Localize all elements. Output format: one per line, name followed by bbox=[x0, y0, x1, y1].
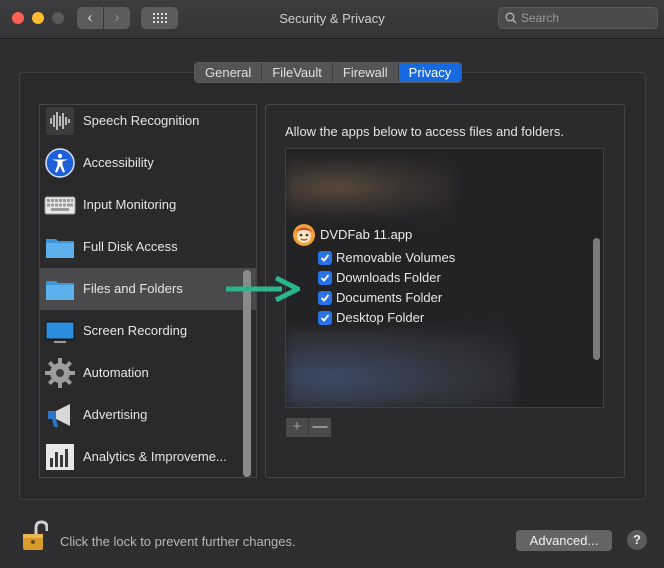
minimize-window-button[interactable] bbox=[32, 12, 44, 24]
back-button[interactable]: ‹ bbox=[77, 7, 103, 29]
checkmark-icon bbox=[320, 314, 330, 322]
desktop-folder-checkbox[interactable] bbox=[318, 311, 332, 325]
tab-filevault[interactable]: FileVault bbox=[262, 63, 333, 82]
search-icon bbox=[505, 12, 517, 24]
keyboard-icon bbox=[44, 196, 76, 215]
app-permission-list[interactable]: DVDFab 11.app Removable Volumes Download… bbox=[285, 148, 604, 408]
sidebar-item-label: Accessibility bbox=[83, 155, 154, 170]
sidebar-item-accessibility[interactable]: Accessibility bbox=[40, 142, 256, 184]
tab-bar: General FileVault Firewall Privacy bbox=[194, 62, 463, 83]
sidebar-item-input-monitoring[interactable]: Input Monitoring bbox=[40, 184, 256, 226]
chevron-left-icon: ‹ bbox=[87, 9, 93, 26]
sidebar-item-label: Full Disk Access bbox=[83, 239, 178, 254]
downloads-folder-checkbox[interactable] bbox=[318, 271, 332, 285]
lock-status-text: Click the lock to prevent further change… bbox=[60, 534, 296, 549]
waveform-icon bbox=[46, 107, 74, 135]
sidebar-item-screen-recording[interactable]: Screen Recording bbox=[40, 310, 256, 352]
chevron-right-icon: › bbox=[114, 9, 120, 26]
removable-volumes-checkbox[interactable] bbox=[318, 251, 332, 265]
megaphone-icon bbox=[48, 404, 70, 427]
sidebar-item-speech-recognition[interactable]: Speech Recognition bbox=[40, 105, 256, 142]
zoom-window-button[interactable] bbox=[52, 12, 64, 24]
documents-folder-checkbox[interactable] bbox=[318, 291, 332, 305]
permission-label: Documents Folder bbox=[336, 290, 443, 305]
app-list-scrollbar[interactable] bbox=[593, 238, 600, 360]
tab-privacy[interactable]: Privacy bbox=[398, 63, 462, 82]
sidebar-item-advertising[interactable]: Advertising bbox=[40, 394, 256, 436]
permission-label: Removable Volumes bbox=[336, 250, 456, 265]
add-app-button[interactable]: + bbox=[286, 418, 308, 437]
sidebar-item-label: Input Monitoring bbox=[83, 197, 177, 212]
bar-chart-icon bbox=[46, 444, 74, 470]
sidebar-item-label: Files and Folders bbox=[83, 281, 183, 296]
folder-icon bbox=[46, 281, 74, 300]
search-input[interactable] bbox=[521, 10, 651, 26]
sidebar-item-analytics[interactable]: Analytics & Improveme... bbox=[40, 436, 256, 477]
checkmark-icon bbox=[320, 294, 330, 302]
instruction-text: Allow the apps below to access files and… bbox=[285, 124, 564, 139]
tab-general[interactable]: General bbox=[195, 63, 263, 82]
blurred-app-entry bbox=[286, 157, 456, 217]
close-window-button[interactable] bbox=[12, 12, 24, 24]
sidebar-item-label: Advertising bbox=[83, 407, 148, 422]
blurred-app-entry bbox=[286, 329, 516, 407]
forward-button[interactable]: › bbox=[104, 7, 130, 29]
sidebar-item-label: Speech Recognition bbox=[83, 113, 200, 128]
app-name: DVDFab 11.app bbox=[320, 227, 413, 242]
folder-icon bbox=[46, 239, 74, 258]
sidebar-item-automation[interactable]: Automation bbox=[40, 352, 256, 394]
remove-app-button[interactable]: — bbox=[308, 418, 331, 437]
unlocked-padlock-icon[interactable] bbox=[22, 520, 48, 552]
grid-icon bbox=[153, 13, 167, 23]
window-title: Security & Privacy bbox=[279, 11, 385, 26]
search-field[interactable] bbox=[498, 7, 658, 29]
permission-label: Downloads Folder bbox=[336, 270, 441, 285]
advanced-button[interactable]: Advanced... bbox=[516, 530, 612, 551]
sidebar-item-label: Screen Recording bbox=[83, 323, 188, 338]
window-titlebar: ‹ › Security & Privacy bbox=[0, 0, 664, 39]
annotation-arrow-icon bbox=[226, 276, 300, 302]
tab-firewall[interactable]: Firewall bbox=[332, 63, 399, 82]
help-button[interactable]: ? bbox=[627, 530, 647, 550]
sidebar-item-label: Automation bbox=[83, 365, 149, 380]
checkmark-icon bbox=[320, 274, 330, 282]
permission-label: Desktop Folder bbox=[336, 310, 425, 325]
checkmark-icon bbox=[320, 254, 330, 262]
dvdfab-app-icon bbox=[293, 224, 315, 246]
sidebar-item-label: Analytics & Improveme... bbox=[83, 449, 227, 464]
gear-icon bbox=[45, 358, 75, 388]
accessibility-icon bbox=[45, 148, 75, 178]
sidebar-item-full-disk-access[interactable]: Full Disk Access bbox=[40, 226, 256, 268]
show-all-button[interactable] bbox=[141, 7, 178, 29]
display-icon bbox=[45, 321, 75, 343]
add-remove-controls: + — bbox=[286, 418, 331, 437]
